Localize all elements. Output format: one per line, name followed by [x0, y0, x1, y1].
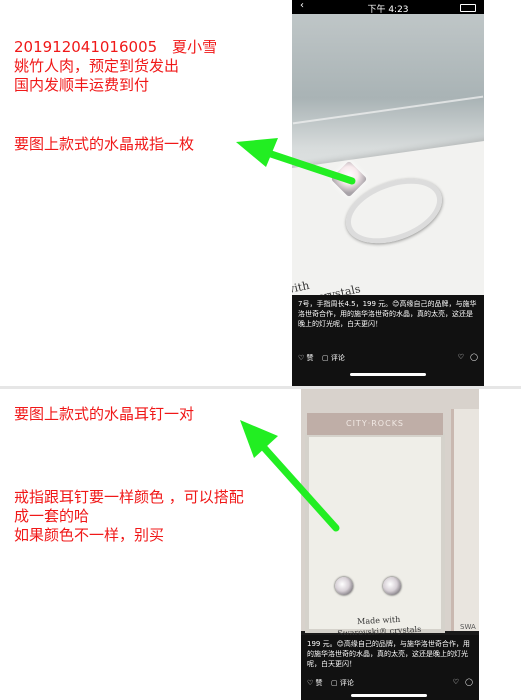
arrow-to-earring	[240, 420, 340, 532]
arrow-to-ring	[236, 138, 356, 185]
annotation-arrows	[236, 138, 356, 532]
